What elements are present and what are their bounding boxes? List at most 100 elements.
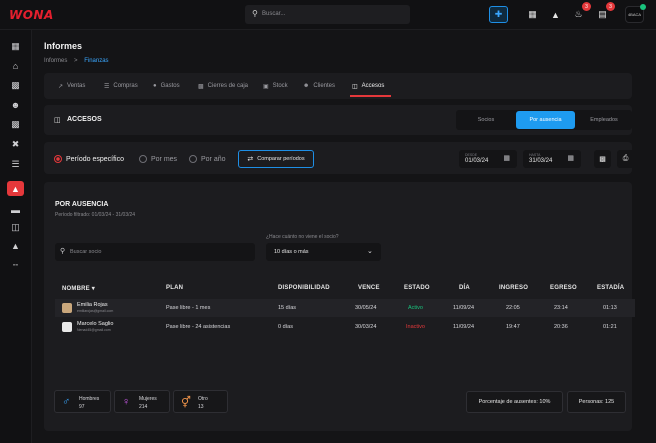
member-avatar bbox=[62, 303, 72, 313]
users-icon[interactable]: ☻ bbox=[7, 97, 24, 112]
swap-icon: ⇄ bbox=[247, 156, 254, 163]
segment-socios[interactable]: Socios bbox=[458, 111, 514, 129]
men-label: Hombres bbox=[79, 396, 100, 402]
people-count: Personas: 125 bbox=[567, 391, 626, 413]
top-bar: WONA ⚲ Buscar... ✚ ▦ ▲ ♨ 3 ▤ 3 4BACA bbox=[0, 0, 656, 30]
radio-dot bbox=[189, 155, 197, 163]
radio-por-mes[interactable]: Por mes bbox=[139, 153, 177, 165]
add-user-button[interactable]: ✚ bbox=[489, 6, 508, 23]
segment-por-ausencia[interactable]: Por ausencia bbox=[516, 111, 575, 129]
absence-days-select[interactable]: 10 días o más ⌄ bbox=[266, 243, 381, 261]
radio-periodo-especifico[interactable]: Período específico bbox=[54, 153, 124, 165]
date-to-field[interactable]: HASTA 31/03/24 ▦ bbox=[523, 150, 581, 168]
radio-por-anio[interactable]: Por año bbox=[189, 153, 226, 165]
header-estadia: ESTADÍA bbox=[597, 285, 625, 291]
bell-icon: ♨ bbox=[574, 9, 583, 19]
header-nombre[interactable]: NOMBRE ▾ bbox=[62, 285, 95, 292]
other-value: 13 bbox=[198, 404, 204, 410]
member-stay: 01:21 bbox=[603, 324, 617, 330]
tab-accesos[interactable]: ◫ Accesos bbox=[352, 80, 384, 92]
search-input[interactable]: ⚲ Buscar... bbox=[245, 5, 410, 24]
app-logo[interactable]: WONA bbox=[9, 8, 54, 22]
tab-gastos[interactable]: ● Gastos bbox=[153, 80, 180, 92]
tab-stock[interactable]: ▣ Stock bbox=[263, 80, 288, 92]
radio-label: Por año bbox=[201, 155, 226, 163]
breadcrumb-finanzas[interactable]: Finanzas bbox=[84, 58, 108, 64]
member-expires: 30/03/24 bbox=[355, 324, 377, 330]
calendar-button[interactable]: ▦ bbox=[523, 6, 542, 23]
notifications-button[interactable]: ♨ 3 bbox=[569, 2, 591, 23]
tab-cierres-de-caja[interactable]: ▩ Cierres de caja bbox=[198, 80, 248, 92]
building-icon[interactable]: ▩ bbox=[7, 117, 24, 132]
women-value: 214 bbox=[139, 404, 148, 410]
access-title: ACCESOS bbox=[67, 116, 102, 123]
search-icon: ⚲ bbox=[252, 9, 258, 18]
chart-line-icon: ↗ bbox=[58, 83, 64, 90]
sidebar: ▦ ⌂ ▩ ☻ ▩ ✖ ▲ ▬ ◫ ▲ ╌ ☰ bbox=[0, 30, 32, 443]
tools-icon[interactable]: ✖ bbox=[7, 137, 24, 152]
member-search-input[interactable]: ⚲ Buscar socio bbox=[55, 243, 255, 261]
male-icon: ♂ bbox=[62, 396, 71, 408]
card-icon[interactable]: ▬ bbox=[7, 202, 24, 217]
access-icon[interactable]: ◫ bbox=[7, 220, 24, 235]
export-pdf-button[interactable]: ▩ bbox=[594, 150, 611, 168]
breadcrumb: Informes > Finanzas bbox=[44, 58, 109, 64]
table-row[interactable]: Marcelo Saglio Nenad45@gmail.com Pase li… bbox=[55, 318, 635, 336]
member-out: 20:36 bbox=[554, 324, 568, 330]
member-status: Activo bbox=[408, 305, 423, 311]
member-avatar bbox=[62, 322, 72, 332]
header-plan: PLAN bbox=[166, 285, 184, 291]
access-icon: ◫ bbox=[352, 83, 358, 90]
tab-clientes[interactable]: ☻ Clientes bbox=[303, 80, 335, 92]
clients-icon: ☻ bbox=[303, 83, 310, 89]
member-in: 22:05 bbox=[506, 305, 520, 311]
graduation-cap-icon: ▲ bbox=[551, 9, 560, 20]
dumbbell-icon[interactable]: ╌ bbox=[7, 258, 24, 273]
filtered-period-text: Período filtrado: 01/03/24 - 31/03/24 bbox=[55, 212, 136, 218]
graduation-button[interactable]: ▲ bbox=[546, 6, 565, 23]
date-from-field[interactable]: DESDE 01/03/24 ▦ bbox=[459, 150, 517, 168]
print-button[interactable]: ⎙ bbox=[617, 150, 634, 168]
dashboard-icon[interactable]: ▦ bbox=[7, 39, 24, 54]
female-icon: ♀ bbox=[122, 396, 131, 408]
report-icon[interactable]: ▲ bbox=[7, 181, 24, 196]
radio-label: Período específico bbox=[66, 155, 124, 163]
coin-icon: ● bbox=[153, 83, 157, 89]
id-card-button[interactable]: ▤ 3 bbox=[593, 2, 615, 23]
tab-ventas[interactable]: ↗ Ventas bbox=[58, 80, 85, 92]
absence-question-label: ¿Hace cuánto no viene el socio? bbox=[266, 234, 339, 240]
tab-compras[interactable]: ☰ Compras bbox=[104, 80, 138, 92]
compare-periods-button[interactable]: ⇄ Comparar períodos bbox=[238, 150, 314, 168]
access-title-icon: ◫ bbox=[54, 117, 61, 124]
search-placeholder: Buscar... bbox=[262, 11, 286, 17]
segment-empleados[interactable]: Empleados bbox=[577, 111, 631, 129]
date-from-label: DESDE bbox=[465, 153, 478, 157]
header-dia: DÍA bbox=[459, 285, 470, 291]
header-vence: VENCE bbox=[358, 285, 380, 291]
breadcrumb-informes[interactable]: Informes bbox=[44, 58, 67, 64]
chart-icon[interactable]: ▩ bbox=[7, 78, 24, 93]
table-row[interactable]: Emilia Rojas emiliarojas@gmail.com Pase … bbox=[55, 299, 635, 317]
cards-badge: 3 bbox=[606, 2, 615, 11]
list-icon[interactable]: ☰ bbox=[7, 157, 24, 172]
home-icon[interactable]: ⌂ bbox=[7, 58, 24, 73]
member-name: Emilia Rojas bbox=[77, 302, 108, 308]
notifications-badge: 3 bbox=[582, 2, 591, 11]
member-plan: Pase libre - 1 mes bbox=[166, 305, 211, 311]
graduation-icon[interactable]: ▲ bbox=[7, 238, 24, 253]
member-availability: 15 días bbox=[278, 305, 297, 311]
tab-label: Stock bbox=[272, 83, 288, 89]
radio-dot bbox=[54, 155, 62, 163]
tab-label: Gastos bbox=[160, 83, 180, 89]
header-estado: ESTADO bbox=[404, 285, 430, 291]
date-to-label: HASTA bbox=[529, 153, 541, 157]
tab-label: Cierres de caja bbox=[207, 83, 249, 89]
member-availability: 0 días bbox=[278, 324, 293, 330]
user-avatar[interactable]: 4BACA bbox=[625, 4, 646, 23]
avatar-text: 4BACA bbox=[627, 12, 642, 17]
online-status-dot bbox=[640, 4, 646, 10]
member-in: 19:47 bbox=[506, 324, 520, 330]
tab-label: Compras bbox=[113, 83, 138, 89]
chevron-down-icon: ⌄ bbox=[367, 248, 373, 255]
other-gender-icon: ⚥ bbox=[181, 397, 191, 409]
